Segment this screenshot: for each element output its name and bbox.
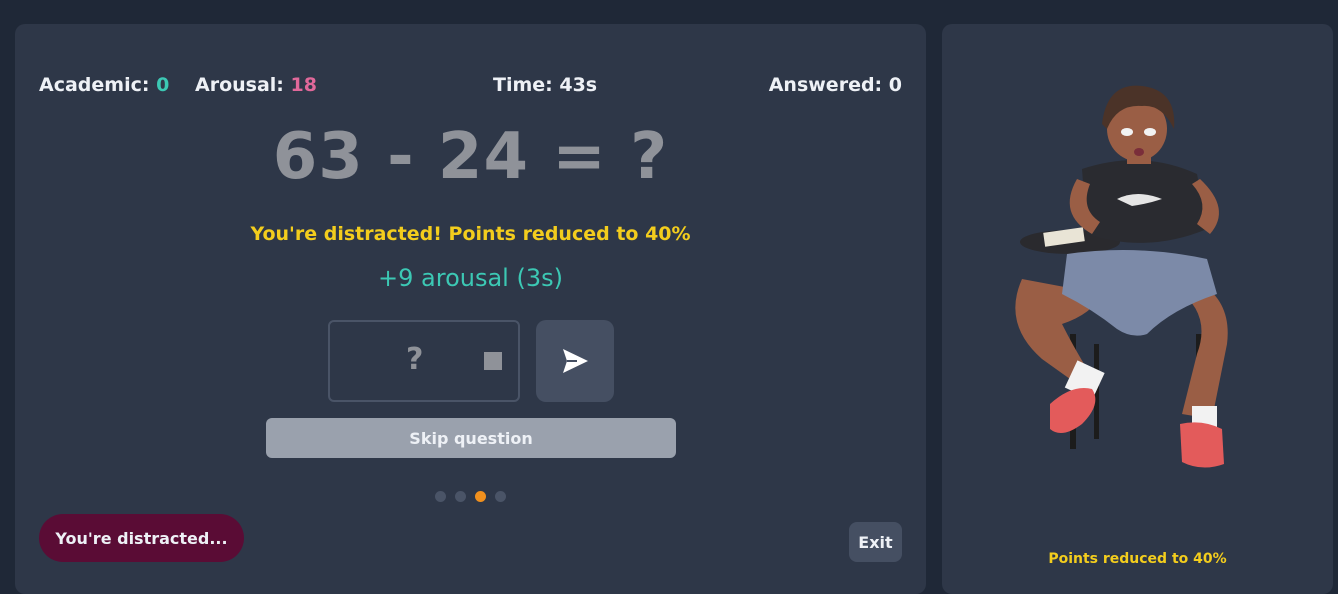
skip-question-button[interactable]: Skip question — [266, 418, 676, 458]
answer-input[interactable]: ? — [328, 320, 520, 402]
arousal-label: Arousal: — [195, 74, 284, 96]
arousal-stat: Arousal: 18 — [195, 74, 317, 96]
progress-dot — [435, 491, 446, 502]
arousal-gain-text: +9 arousal (3s) — [378, 264, 563, 292]
arousal-value: 18 — [290, 74, 317, 96]
academic-stat: Academic: 0 — [39, 74, 169, 96]
academic-label: Academic: — [39, 74, 150, 96]
progress-dots — [435, 491, 506, 502]
send-icon — [563, 349, 588, 373]
timer: Time: 43s — [493, 74, 598, 96]
math-question: 63 - 24 = ? — [272, 120, 669, 194]
progress-dot-active — [475, 491, 486, 502]
quiz-panel: Academic: 0 Arousal: 18 Time: 43s Answer… — [15, 24, 926, 594]
distraction-warning: You're distracted! Points reduced to 40% — [250, 223, 691, 245]
character-panel: Points reduced to 40% — [942, 24, 1333, 594]
answer-placeholder: ? — [406, 342, 424, 377]
stop-square-icon — [484, 352, 502, 370]
distracted-status-pill: You're distracted... — [39, 514, 244, 562]
points-status: Points reduced to 40% — [1048, 551, 1227, 567]
character-illustration — [1015, 85, 1228, 468]
progress-dot — [495, 491, 506, 502]
answered-count: Answered: 0 — [768, 74, 902, 96]
submit-button[interactable] — [536, 320, 614, 402]
exit-button[interactable]: Exit — [849, 522, 902, 562]
progress-dot — [455, 491, 466, 502]
academic-value: 0 — [156, 74, 170, 96]
